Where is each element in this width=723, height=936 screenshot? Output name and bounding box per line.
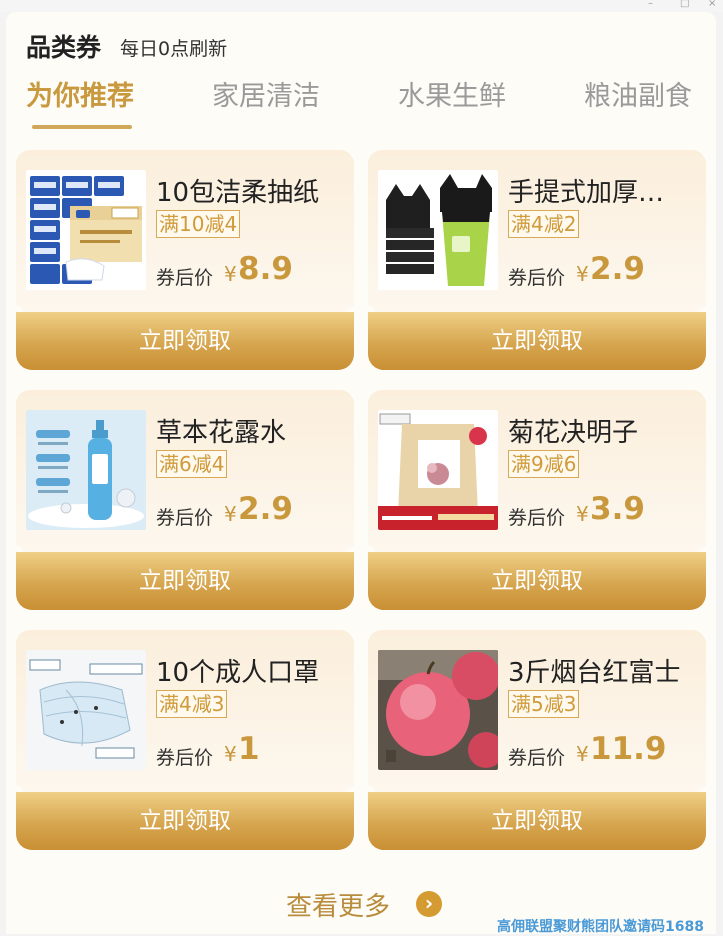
chevron-right-icon[interactable]: › [416, 891, 442, 917]
after-coupon-label: 券后价 [156, 747, 214, 769]
tab-home-cleaning[interactable]: 家居清洁 [212, 74, 320, 113]
claim-coupon-button[interactable]: 立即领取 [16, 792, 354, 850]
claim-coupon-button[interactable]: 立即领取 [368, 552, 706, 610]
currency-symbol: ¥ [576, 742, 589, 766]
after-coupon-price: 2.9 [238, 491, 293, 527]
product-name[interactable]: 手提式加厚… [508, 172, 698, 209]
tab-fresh-fruit[interactable]: 水果生鲜 [398, 74, 506, 113]
product-image-apples[interactable] [378, 650, 498, 770]
currency-symbol: ¥ [224, 502, 237, 526]
coupon-card: 菊花决明子 满9减6 券后价 ¥ 3.9 立即领取 [361, 390, 713, 610]
product-name[interactable]: 3斤烟台红富士 [508, 652, 698, 689]
tab-grain-oil[interactable]: 粮油副食 [584, 74, 692, 113]
after-coupon-price: 11.9 [590, 731, 667, 767]
coupon-card: 10包洁柔抽纸 满10减4 券后价 ¥ 8.9 立即领取 [9, 150, 361, 370]
tab-recommended[interactable]: 为你推荐 [26, 74, 134, 113]
coupon-card: 3斤烟台红富士 满5减3 券后价 ¥ 11.9 立即领取 [361, 630, 713, 850]
coupon-threshold-tag: 满4减2 [508, 210, 580, 238]
view-more-link[interactable]: 查看更多 [286, 886, 390, 923]
after-coupon-price: 3.9 [590, 491, 645, 527]
category-coupon-panel: 品类券 每日0点刷新 为你推荐 家居清洁 水果生鲜 粮油副食 10包洁柔抽纸 满… [6, 12, 716, 934]
after-coupon-price: 1 [238, 731, 260, 767]
product-image-face-mask[interactable] [26, 650, 146, 770]
coupon-card: 手提式加厚… 满4减2 券后价 ¥ 2.9 立即领取 [361, 150, 713, 370]
currency-symbol: ¥ [576, 502, 589, 526]
coupon-threshold-tag: 满5减3 [508, 690, 580, 718]
window-top-strip [0, 0, 723, 12]
claim-coupon-button[interactable]: 立即领取 [16, 312, 354, 370]
after-coupon-price: 2.9 [590, 251, 645, 287]
product-name[interactable]: 10包洁柔抽纸 [156, 172, 346, 209]
after-coupon-price: 8.9 [238, 251, 293, 287]
close-icon[interactable]: × [708, 0, 716, 9]
after-coupon-label: 券后价 [508, 267, 566, 289]
currency-symbol: ¥ [224, 262, 237, 286]
refresh-note: 每日0点刷新 [120, 38, 228, 60]
claim-coupon-button[interactable]: 立即领取 [368, 792, 706, 850]
product-name[interactable]: 菊花决明子 [508, 412, 698, 449]
product-name[interactable]: 10个成人口罩 [156, 652, 346, 689]
watermark-text: 高佣联盟聚财熊团队邀请码1688 [497, 919, 704, 935]
claim-coupon-button[interactable]: 立即领取 [368, 312, 706, 370]
after-coupon-label: 券后价 [508, 507, 566, 529]
product-name[interactable]: 草本花露水 [156, 412, 346, 449]
coupon-card: 草本花露水 满6减4 券后价 ¥ 2.9 立即领取 [9, 390, 361, 610]
coupon-threshold-tag: 满9减6 [508, 450, 580, 478]
after-coupon-label: 券后价 [156, 267, 214, 289]
coupon-threshold-tag: 满6减4 [156, 450, 228, 478]
after-coupon-label: 券后价 [156, 507, 214, 529]
product-image-trash-bags[interactable] [378, 170, 498, 290]
section-title: 品类券 [26, 33, 102, 62]
active-tab-indicator [32, 125, 132, 129]
product-image-tissue[interactable] [26, 170, 146, 290]
currency-symbol: ¥ [224, 742, 237, 766]
currency-symbol: ¥ [576, 262, 589, 286]
claim-coupon-button[interactable]: 立即领取 [16, 552, 354, 610]
coupon-threshold-tag: 满10减4 [156, 210, 241, 238]
coupon-card: 10个成人口罩 满4减3 券后价 ¥ 1 立即领取 [9, 630, 361, 850]
after-coupon-label: 券后价 [508, 747, 566, 769]
coupon-threshold-tag: 满4减3 [156, 690, 228, 718]
maximize-icon[interactable]: □ [680, 0, 689, 9]
product-image-herbal-tea[interactable] [378, 410, 498, 530]
product-image-toilet-water[interactable] [26, 410, 146, 530]
minimize-icon[interactable]: – [648, 0, 653, 9]
